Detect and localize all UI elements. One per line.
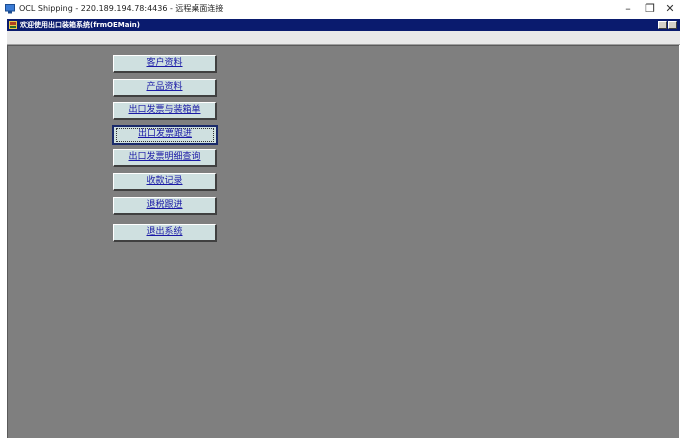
close-button[interactable]: ✕: [659, 1, 680, 17]
payment-records-button[interactable]: 收款记录: [113, 173, 217, 191]
app-caption-title: 欢迎使用出口装箱系统(frmOEMain): [20, 21, 140, 29]
rdp-window-title: OCL Shipping - 220.189.194.78:4436 - 远程桌…: [19, 4, 224, 13]
remote-desktop-icon: [5, 4, 15, 14]
tax-refund-followup-button[interactable]: 退税跟进: [113, 197, 217, 215]
mdi-client-area: [7, 45, 679, 438]
remote-desktop-window: OCL Shipping - 220.189.194.78:4436 - 远程桌…: [0, 0, 680, 441]
exit-system-button[interactable]: 退出系统: [113, 224, 217, 242]
app-close-button[interactable]: [668, 21, 677, 29]
customer-info-button[interactable]: 客户资料: [113, 55, 217, 73]
invoice-detail-query-button[interactable]: 出口发票明细查询: [113, 149, 217, 167]
rdp-title-bar: OCL Shipping - 220.189.194.78:4436 - 远程桌…: [0, 0, 680, 19]
app-restore-button[interactable]: [658, 21, 667, 29]
minimize-button[interactable]: –: [617, 1, 639, 17]
invoice-packing-list-button[interactable]: 出口发票与装箱单: [113, 102, 217, 120]
product-info-button[interactable]: 产品资料: [113, 79, 217, 97]
restore-button[interactable]: ❐: [639, 1, 661, 17]
window-left-border: [0, 31, 7, 438]
invoice-followup-button[interactable]: 出口发票跟进: [112, 125, 218, 145]
app-caption-bar: 欢迎使用出口装箱系统(frmOEMain): [7, 19, 680, 31]
app-window-icon: [9, 21, 17, 29]
menu-strip: [7, 31, 680, 45]
